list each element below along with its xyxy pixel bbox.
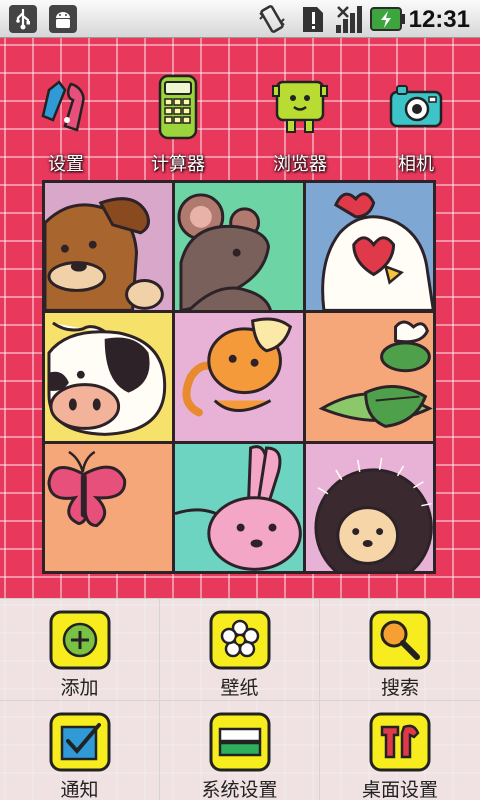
app-label: 设置 — [48, 154, 84, 175]
signal-icon — [334, 3, 366, 39]
notification-check-icon — [49, 712, 110, 772]
add-icon — [49, 610, 110, 670]
menu-item-search[interactable]: 搜索 — [320, 599, 480, 701]
puzzle-tile-dog[interactable] — [45, 183, 173, 311]
butterfly-icon — [47, 450, 127, 527]
app-browser[interactable]: 浏览器 — [250, 72, 350, 182]
rabbit-icon — [175, 444, 303, 571]
menu-item-add[interactable]: 添加 — [0, 599, 160, 701]
app-settings[interactable]: 设置 — [16, 72, 116, 182]
puzzle-tile-butterfly[interactable] — [45, 443, 173, 571]
mouse-icon — [177, 193, 273, 311]
menu-item-system-settings[interactable]: 系统设置 — [160, 701, 320, 800]
calculator-icon — [158, 74, 198, 140]
puzzle-tile-monkey[interactable] — [175, 313, 303, 441]
app-label: 相机 — [398, 154, 434, 175]
chicken-icon — [320, 192, 433, 311]
menu-item-desktop-settings[interactable]: 桌面设置 — [320, 701, 480, 800]
clock: 12:31 — [408, 6, 470, 33]
status-bar: 12:31 — [0, 0, 480, 38]
menu-item-notifications[interactable]: 通知 — [0, 701, 160, 800]
usb-icon — [8, 4, 38, 34]
app-camera[interactable]: 相机 — [366, 72, 466, 182]
options-menu: 添加 壁纸 搜索 通知 系统设置 桌面设置 — [0, 598, 480, 800]
settings-tools-icon — [41, 80, 85, 132]
puzzle-tile-rabbit[interactable] — [175, 443, 303, 571]
cow-icon — [47, 322, 167, 437]
vibrate-icon — [256, 3, 288, 39]
menu-label: 壁纸 — [220, 677, 259, 699]
app-label: 浏览器 — [273, 154, 327, 175]
puzzle-tile-mouse[interactable] — [175, 183, 303, 311]
sim-alert-icon — [298, 3, 328, 39]
browser-icon — [272, 80, 328, 133]
search-icon — [369, 610, 431, 670]
frog-icon — [318, 320, 433, 429]
menu-label: 桌面设置 — [361, 779, 438, 800]
android-debug-icon — [48, 4, 78, 34]
app-calculator[interactable]: 计算器 — [128, 72, 228, 182]
menu-label: 搜索 — [380, 677, 419, 699]
puzzle-tile-cow[interactable] — [45, 313, 173, 441]
animal-puzzle-widget[interactable] — [42, 180, 436, 574]
dog-icon — [45, 197, 164, 311]
menu-label: 系统设置 — [201, 779, 278, 800]
wallpaper-flower-icon — [209, 610, 270, 670]
desktop-settings-tools-icon — [369, 712, 431, 772]
app-label: 计算器 — [151, 154, 205, 175]
menu-label: 添加 — [60, 677, 99, 699]
puzzle-tile-frog[interactable] — [305, 313, 433, 441]
puzzle-tile-chicken[interactable] — [305, 183, 433, 311]
camera-icon — [389, 85, 443, 128]
menu-label: 通知 — [60, 779, 99, 800]
puzzle-tile-hedgehog[interactable] — [305, 443, 433, 571]
monkey-icon — [182, 317, 293, 417]
system-settings-icon — [209, 712, 270, 772]
menu-item-wallpaper[interactable]: 壁纸 — [160, 599, 320, 701]
battery-charging-icon — [370, 6, 406, 36]
hedgehog-icon — [314, 457, 433, 571]
